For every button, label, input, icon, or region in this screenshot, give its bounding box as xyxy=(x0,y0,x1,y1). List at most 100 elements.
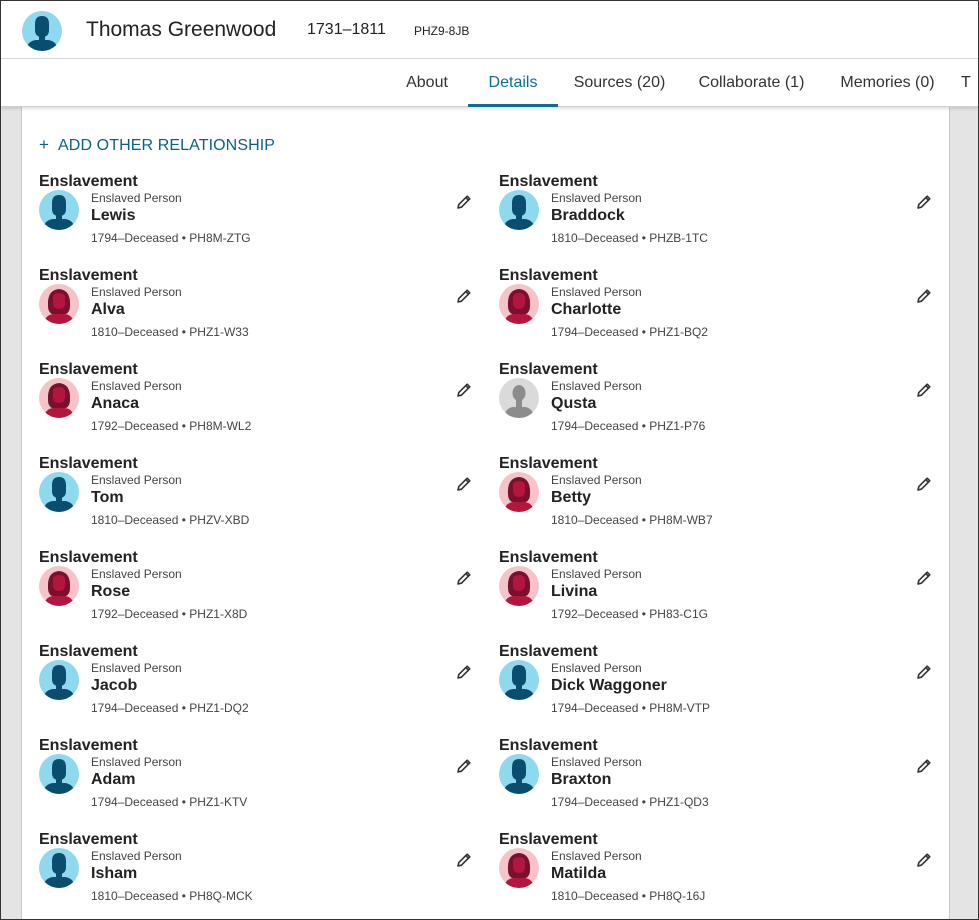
person-name-link[interactable]: Livina xyxy=(551,583,597,601)
female-avatar-icon[interactable] xyxy=(499,284,539,324)
pencil-icon[interactable] xyxy=(915,663,933,681)
person-lifespan-id: 1792–Deceased • PH8M-WL2 xyxy=(91,419,252,433)
male-avatar-icon xyxy=(22,11,62,51)
pencil-icon[interactable] xyxy=(915,757,933,775)
male-avatar-icon[interactable] xyxy=(499,190,539,230)
female-avatar-icon[interactable] xyxy=(39,566,79,606)
relationship-card: Enslavement Enslaved Person Anaca 1792–D… xyxy=(39,361,479,455)
relationship-type: Enslavement xyxy=(39,737,138,754)
pencil-icon[interactable] xyxy=(455,381,473,399)
pencil-icon[interactable] xyxy=(455,569,473,587)
relationship-type: Enslavement xyxy=(499,173,598,190)
tab-bar: About Details Sources (20) Collaborate (… xyxy=(1,59,978,107)
app-window: Thomas Greenwood 1731–1811 PHZ9-8JB Abou… xyxy=(0,0,979,920)
person-lifespan-id: 1794–Deceased • PHZ1-BQ2 xyxy=(551,325,708,339)
person-role: Enslaved Person xyxy=(551,567,642,581)
person-name-link[interactable]: Lewis xyxy=(91,207,135,225)
male-avatar-icon[interactable] xyxy=(499,754,539,794)
person-role: Enslaved Person xyxy=(551,285,642,299)
relationship-card: Enslavement Enslaved Person Qusta 1794–D… xyxy=(499,361,939,455)
relationship-card: Enslavement Enslaved Person Tom 1810–Dec… xyxy=(39,455,479,549)
person-lifespan-id: 1810–Deceased • PH8Q-MCK xyxy=(91,889,253,903)
pencil-icon[interactable] xyxy=(455,475,473,493)
person-role: Enslaved Person xyxy=(91,379,182,393)
person-role: Enslaved Person xyxy=(551,191,642,205)
person-role: Enslaved Person xyxy=(551,661,642,675)
person-role: Enslaved Person xyxy=(91,755,182,769)
pencil-icon[interactable] xyxy=(915,851,933,869)
person-role: Enslaved Person xyxy=(91,567,182,581)
relationship-card: Enslavement Enslaved Person Lewis 1794–D… xyxy=(39,173,479,267)
tab-truncated[interactable]: T xyxy=(961,59,978,107)
person-name-link[interactable]: Matilda xyxy=(551,865,606,883)
person-name-link[interactable]: Isham xyxy=(91,865,137,883)
relationship-type: Enslavement xyxy=(39,643,138,660)
person-name-link[interactable]: Braddock xyxy=(551,207,625,225)
person-name-link[interactable]: Alva xyxy=(91,301,125,319)
relationship-card: Enslavement Enslaved Person Braddock 181… xyxy=(499,173,939,267)
person-name-link[interactable]: Betty xyxy=(551,489,591,507)
person-role: Enslaved Person xyxy=(91,191,182,205)
pencil-icon[interactable] xyxy=(915,381,933,399)
relationship-type: Enslavement xyxy=(499,455,598,472)
pencil-icon[interactable] xyxy=(915,475,933,493)
male-avatar-icon[interactable] xyxy=(499,660,539,700)
male-avatar-icon[interactable] xyxy=(39,472,79,512)
male-avatar-icon[interactable] xyxy=(39,754,79,794)
person-name-link[interactable]: Adam xyxy=(91,771,135,789)
tab-about[interactable]: About xyxy=(386,59,468,107)
pencil-icon[interactable] xyxy=(455,851,473,869)
male-avatar-icon[interactable] xyxy=(39,190,79,230)
female-avatar-icon[interactable] xyxy=(39,378,79,418)
person-name-link[interactable]: Charlotte xyxy=(551,301,621,319)
male-avatar-icon[interactable] xyxy=(39,660,79,700)
relationship-type: Enslavement xyxy=(39,549,138,566)
relationship-card: Enslavement Enslaved Person Charlotte 17… xyxy=(499,267,939,361)
person-header: Thomas Greenwood 1731–1811 PHZ9-8JB xyxy=(1,1,978,59)
person-lifespan-id: 1792–Deceased • PH83-C1G xyxy=(551,607,708,621)
person-name-link[interactable]: Jacob xyxy=(91,677,137,695)
relationship-type: Enslavement xyxy=(39,267,138,284)
relationship-card: Enslavement Enslaved Person Isham 1810–D… xyxy=(39,831,479,919)
pencil-icon[interactable] xyxy=(455,757,473,775)
female-avatar-icon[interactable] xyxy=(499,472,539,512)
tab-collaborate[interactable]: Collaborate (1) xyxy=(681,59,822,107)
pencil-icon[interactable] xyxy=(915,569,933,587)
pencil-icon[interactable] xyxy=(455,193,473,211)
relationship-card: Enslavement Enslaved Person Matilda 1810… xyxy=(499,831,939,919)
person-name-link[interactable]: Dick Waggoner xyxy=(551,677,667,695)
relationship-type: Enslavement xyxy=(499,361,598,378)
tab-details[interactable]: Details xyxy=(468,59,558,107)
person-id: PHZ9-8JB xyxy=(414,24,470,38)
person-role: Enslaved Person xyxy=(551,849,642,863)
female-avatar-icon[interactable] xyxy=(499,848,539,888)
relationship-card: Enslavement Enslaved Person Livina 1792–… xyxy=(499,549,939,643)
tab-memories[interactable]: Memories (0) xyxy=(822,59,953,107)
pencil-icon[interactable] xyxy=(455,663,473,681)
person-name-link[interactable]: Tom xyxy=(91,489,124,507)
pencil-icon[interactable] xyxy=(915,193,933,211)
unknown-avatar-icon[interactable] xyxy=(499,378,539,418)
pencil-icon[interactable] xyxy=(455,287,473,305)
person-lifespan-id: 1794–Deceased • PHZ1-QD3 xyxy=(551,795,709,809)
female-avatar-icon[interactable] xyxy=(39,284,79,324)
relationship-card: Enslavement Enslaved Person Adam 1794–De… xyxy=(39,737,479,831)
person-name-link[interactable]: Rose xyxy=(91,583,130,601)
female-avatar-icon[interactable] xyxy=(499,566,539,606)
relationship-type: Enslavement xyxy=(39,361,138,378)
person-lifespan-id: 1794–Deceased • PHZ1-P76 xyxy=(551,419,706,433)
person-lifespan: 1731–1811 xyxy=(307,21,386,38)
person-name-link[interactable]: Qusta xyxy=(551,395,596,413)
pencil-icon[interactable] xyxy=(915,287,933,305)
person-role: Enslaved Person xyxy=(551,379,642,393)
add-other-relationship-button[interactable]: + ADD OTHER RELATIONSHIP xyxy=(39,135,275,155)
tab-sources[interactable]: Sources (20) xyxy=(558,59,681,107)
person-lifespan-id: 1810–Deceased • PHZV-XBD xyxy=(91,513,250,527)
relationship-type: Enslavement xyxy=(499,831,598,848)
person-lifespan-id: 1794–Deceased • PH8M-VTP xyxy=(551,701,710,715)
person-name-link[interactable]: Braxton xyxy=(551,771,611,789)
male-avatar-icon[interactable] xyxy=(39,848,79,888)
relationship-type: Enslavement xyxy=(39,173,138,190)
person-name-link[interactable]: Anaca xyxy=(91,395,139,413)
relationship-type: Enslavement xyxy=(499,267,598,284)
